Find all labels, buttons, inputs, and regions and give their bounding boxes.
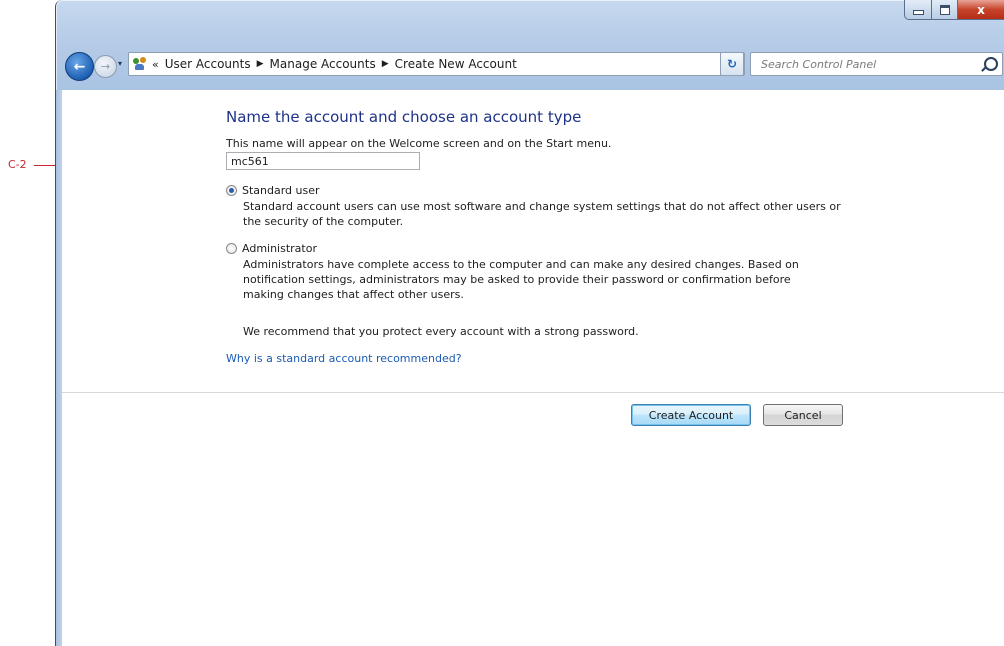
breadcrumb-separator-icon[interactable]: ▶ <box>257 59 264 69</box>
callout-label: C-2 <box>8 158 27 171</box>
standard-user-description: Standard account users can use most soft… <box>243 199 841 229</box>
standard-user-label[interactable]: Standard user <box>242 184 320 197</box>
breadcrumb-create-new-account[interactable]: Create New Account <box>395 57 517 71</box>
window-frame: x ← → ▾ « User Accounts ▶ Manage Account… <box>55 0 1004 90</box>
search-icon[interactable] <box>984 57 998 71</box>
description-line: the security of the computer. <box>243 215 404 228</box>
recent-pages-button[interactable]: ▾ <box>118 59 122 68</box>
standard-user-option[interactable]: Standard user <box>226 184 320 197</box>
address-bar[interactable]: « User Accounts ▶ Manage Accounts ▶ Crea… <box>128 52 745 76</box>
forward-button[interactable]: → <box>94 55 117 78</box>
control-panel-window: x ← → ▾ « User Accounts ▶ Manage Account… <box>55 0 1004 646</box>
search-box <box>750 52 1003 76</box>
description-line: Standard account users can use most soft… <box>243 200 841 213</box>
description-line: making changes that affect other users. <box>243 288 464 301</box>
chevron-down-icon: ▾ <box>118 59 123 68</box>
administrator-option[interactable]: Administrator <box>226 242 317 255</box>
search-input[interactable] <box>759 56 978 72</box>
password-recommendation: We recommend that you protect every acco… <box>243 325 639 338</box>
create-account-button[interactable]: Create Account <box>631 404 751 426</box>
forward-arrow-icon: → <box>100 60 111 73</box>
description-line: Administrators have complete access to t… <box>243 258 799 271</box>
maximize-icon <box>939 4 950 15</box>
back-arrow-icon: ← <box>73 58 86 75</box>
account-name-field[interactable] <box>226 152 420 170</box>
back-button[interactable]: ← <box>65 52 94 81</box>
caption-buttons: x <box>904 0 1004 20</box>
name-description: This name will appear on the Welcome scr… <box>226 137 612 150</box>
administrator-description: Administrators have complete access to t… <box>243 257 799 302</box>
administrator-radio[interactable] <box>226 243 237 254</box>
description-line: notification settings, administrators ma… <box>243 273 791 286</box>
close-button[interactable]: x <box>958 0 1004 20</box>
page-title: Name the account and choose an account t… <box>226 108 582 126</box>
divider <box>62 392 1004 393</box>
minimize-icon <box>912 10 924 15</box>
breadcrumb-separator-icon[interactable]: ▶ <box>382 59 389 69</box>
standard-user-radio[interactable] <box>226 185 237 196</box>
administrator-label[interactable]: Administrator <box>242 242 317 255</box>
close-icon: x <box>977 2 985 17</box>
content-pane: Name the account and choose an account t… <box>62 90 1004 646</box>
cancel-button[interactable]: Cancel <box>763 404 843 426</box>
breadcrumb-manage-accounts[interactable]: Manage Accounts <box>270 57 376 71</box>
standard-account-help-link[interactable]: Why is a standard account recommended? <box>226 352 462 365</box>
overflow-chevron-icon[interactable]: « <box>152 58 159 71</box>
maximize-button[interactable] <box>932 0 958 20</box>
minimize-button[interactable] <box>904 0 932 20</box>
refresh-icon: ↻ <box>726 57 738 71</box>
control-panel-icon <box>132 56 148 72</box>
breadcrumb-user-accounts[interactable]: User Accounts <box>165 57 251 71</box>
refresh-button[interactable]: ↻ <box>720 52 744 76</box>
